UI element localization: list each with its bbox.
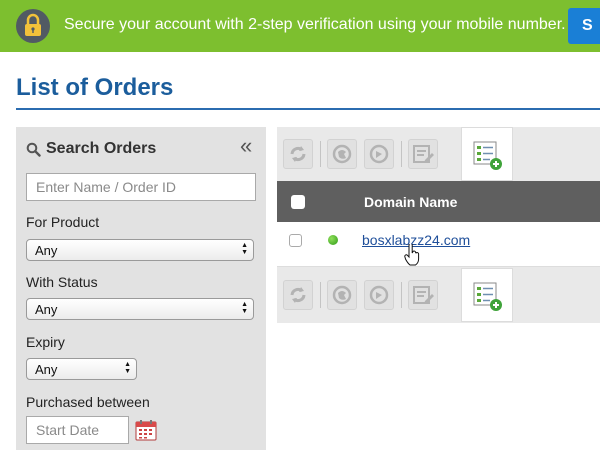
search-panel: Search Orders « For Product Any ▲▼ With … bbox=[16, 127, 266, 450]
page-root: Secure your account with 2-step verifica… bbox=[0, 0, 600, 450]
banner-message: Secure your account with 2-step verifica… bbox=[64, 16, 566, 33]
toolbar-separator bbox=[401, 282, 402, 308]
refresh-icon[interactable] bbox=[283, 280, 313, 310]
banner-setup-button[interactable]: S bbox=[568, 8, 600, 44]
edit-icon[interactable] bbox=[408, 280, 438, 310]
select-all-checkbox[interactable] bbox=[291, 195, 305, 209]
search-title: Search Orders bbox=[46, 140, 157, 157]
lock-icon bbox=[16, 9, 50, 43]
select-arrows-icon: ▲ ▼ bbox=[124, 361, 131, 375]
hand-pointer-icon bbox=[404, 242, 420, 271]
column-header-domain-name[interactable]: Domain Name bbox=[364, 194, 457, 210]
refresh-icon[interactable] bbox=[283, 139, 313, 169]
search-icon bbox=[26, 142, 41, 162]
collapse-icon[interactable]: « bbox=[240, 135, 252, 157]
expiry-select[interactable]: Any ▲ ▼ bbox=[26, 358, 137, 380]
product-label: For Product bbox=[26, 214, 100, 230]
calendar-icon[interactable] bbox=[135, 419, 157, 446]
row-checkbox[interactable] bbox=[289, 234, 302, 247]
product-select-value: Any bbox=[35, 243, 58, 258]
unsuspend-icon[interactable] bbox=[364, 280, 394, 310]
add-order-icon[interactable] bbox=[461, 127, 513, 181]
status-select-value: Any bbox=[35, 302, 58, 317]
page-title: List of Orders bbox=[16, 74, 174, 101]
orders-table-header: Domain Name bbox=[277, 181, 600, 222]
status-label: With Status bbox=[26, 274, 98, 290]
orders-panel: Domain Name bosxlabzz24.com bbox=[277, 127, 600, 323]
toolbar-separator bbox=[320, 282, 321, 308]
toolbar-separator bbox=[320, 141, 321, 167]
verification-banner: Secure your account with 2-step verifica… bbox=[0, 0, 600, 52]
select-arrows-icon: ▲ ▼ bbox=[241, 301, 248, 315]
add-order-icon[interactable] bbox=[461, 268, 513, 322]
product-select[interactable]: Any ▲ ▼ bbox=[26, 239, 254, 261]
select-arrows-icon: ▲ ▼ bbox=[241, 242, 248, 256]
name-order-id-input[interactable] bbox=[26, 173, 256, 201]
unsuspend-icon[interactable] bbox=[364, 139, 394, 169]
edit-icon[interactable] bbox=[408, 139, 438, 169]
expiry-label: Expiry bbox=[26, 334, 65, 350]
orders-toolbar-top bbox=[277, 127, 600, 181]
toolbar-separator bbox=[401, 141, 402, 167]
active-status-icon bbox=[328, 235, 338, 245]
start-date-input[interactable] bbox=[26, 416, 129, 444]
suspend-icon[interactable] bbox=[327, 280, 357, 310]
title-divider bbox=[16, 108, 600, 110]
purchased-label: Purchased between bbox=[26, 394, 150, 410]
table-row: bosxlabzz24.com bbox=[277, 222, 600, 267]
suspend-icon[interactable] bbox=[327, 139, 357, 169]
orders-toolbar-bottom bbox=[277, 268, 600, 322]
expiry-select-value: Any bbox=[35, 362, 58, 377]
status-select[interactable]: Any ▲ ▼ bbox=[26, 298, 254, 320]
